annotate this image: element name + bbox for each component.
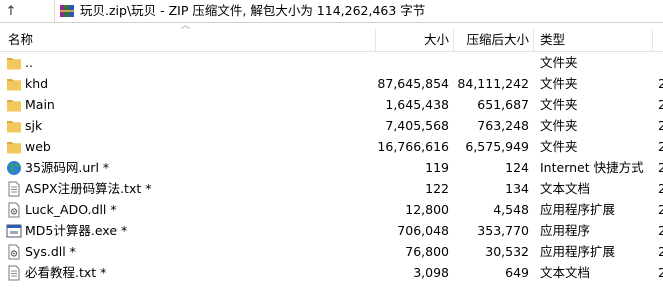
file-modified-truncated: 2 [658,118,663,133]
file-type: 文件夹 [540,55,578,70]
file-size: 16,766,616 [377,139,449,154]
column-name-header[interactable]: 名称 [8,29,33,51]
address-divider [54,0,55,22]
file-row[interactable]: 35源码网.url * 119 124 Internet 快捷方式 2 [0,157,663,178]
folder-icon [6,118,22,134]
file-type: 文件夹 [540,76,578,91]
file-type: 应用程序扩展 [540,244,616,259]
file-name: Main [25,97,55,112]
file-row[interactable]: sjk 7,405,568 763,248 文件夹 2 [0,115,663,136]
folder-icon [6,55,22,71]
file-size: 87,645,854 [377,76,449,91]
file-name: khd [25,76,49,91]
file-type: 文件夹 [540,118,578,133]
column-divider[interactable] [375,29,376,51]
address-bar-border [0,22,663,23]
file-packed-size: 763,248 [477,118,529,133]
file-row[interactable]: web 16,766,616 6,575,949 文件夹 2 [0,136,663,157]
text-file-icon [6,181,22,197]
file-type: Internet 快捷方式 [540,160,644,175]
column-divider[interactable] [533,29,534,51]
file-modified-truncated: 2 [658,97,663,112]
file-packed-size: 124 [505,160,529,175]
file-packed-size: 353,770 [477,223,529,238]
exe-file-icon [6,223,22,239]
file-packed-size: 30,532 [485,244,529,259]
file-size: 706,048 [397,223,449,238]
file-size: 76,800 [405,244,449,259]
file-packed-size: 134 [505,181,529,196]
file-type: 文本文档 [540,181,591,196]
file-modified-truncated: 2 [658,160,663,175]
file-type: 文件夹 [540,97,578,112]
file-modified-truncated: 2 [658,244,663,259]
dll-file-icon [6,244,22,260]
column-divider[interactable] [652,29,653,51]
file-size: 3,098 [413,265,449,280]
address-bar: ↑ 玩贝.zip\玩贝 - ZIP 压缩文件, 解包大小为 114,262,46… [0,0,663,22]
folder-icon [6,76,22,92]
file-row[interactable]: ASPX注册码算法.txt * 122 134 文本文档 2 [0,178,663,199]
column-size-header[interactable]: 大小 [424,29,449,51]
file-packed-size: 84,111,242 [457,76,529,91]
file-modified-truncated: 2 [658,223,663,238]
sort-ascending-icon: ︿ [181,21,191,31]
column-divider[interactable] [453,29,454,51]
file-type: 应用程序扩展 [540,202,616,217]
file-row[interactable]: MD5计算器.exe * 706,048 353,770 应用程序 2 [0,220,663,241]
file-size: 1,645,438 [385,97,449,112]
up-arrow-icon: ↑ [5,3,17,19]
file-size: 7,405,568 [385,118,449,133]
archive-path[interactable]: 玩贝.zip\玩贝 - ZIP 压缩文件, 解包大小为 114,262,463 … [80,3,425,19]
file-row[interactable]: Main 1,645,438 651,687 文件夹 2 [0,94,663,115]
file-modified-truncated: 2 [658,76,663,91]
file-packed-size: 651,687 [477,97,529,112]
file-packed-size: 6,575,949 [465,139,529,154]
file-modified-truncated: 2 [658,265,663,280]
file-row[interactable]: 必看教程.txt * 3,098 649 文本文档 2 [0,262,663,283]
dll-file-icon [6,202,22,218]
column-header: 名称 大小 压缩后大小 类型 [0,29,663,52]
file-name: Luck_ADO.dll * [25,202,117,217]
archive-icon [60,5,74,17]
column-type-header[interactable]: 类型 [540,29,565,51]
file-row[interactable]: .. 文件夹 [0,52,663,73]
file-modified-truncated: 2 [658,181,663,196]
file-name: sjk [25,118,43,133]
text-file-icon [6,265,22,281]
up-folder-button[interactable]: ↑ [0,0,22,22]
file-name: Sys.dll * [25,244,76,259]
file-name: web [25,139,51,154]
file-type: 文本文档 [540,265,591,280]
file-row[interactable]: khd 87,645,854 84,111,242 文件夹 2 [0,73,663,94]
file-modified-truncated: 2 [658,202,663,217]
folder-icon [6,97,22,113]
file-row[interactable]: Luck_ADO.dll * 12,800 4,548 应用程序扩展 2 [0,199,663,220]
file-row[interactable]: Sys.dll * 76,800 30,532 应用程序扩展 2 [0,241,663,262]
file-type: 文件夹 [540,139,578,154]
file-size: 12,800 [405,202,449,217]
file-modified-truncated: 2 [658,139,663,154]
file-type: 应用程序 [540,223,591,238]
file-size: 119 [425,160,449,175]
file-name: 必看教程.txt * [25,265,107,280]
file-packed-size: 4,548 [493,202,529,217]
folder-icon [6,139,22,155]
file-name: 35源码网.url * [25,160,110,175]
column-packed-header[interactable]: 压缩后大小 [466,29,529,51]
file-packed-size: 649 [505,265,529,280]
file-name: MD5计算器.exe * [25,223,128,238]
file-name: ASPX注册码算法.txt * [25,181,152,196]
file-size: 122 [425,181,449,196]
file-name: .. [25,55,33,70]
globe-icon [6,160,22,176]
